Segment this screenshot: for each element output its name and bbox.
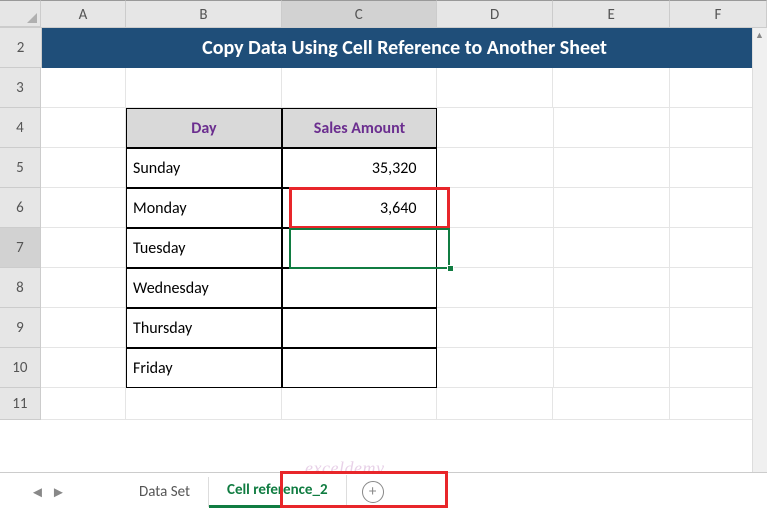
row-6: 6 Monday3,640	[0, 188, 767, 228]
sheet-tab-data-set[interactable]: Data Set	[121, 477, 209, 507]
row-8: 8 Wednesday	[0, 268, 767, 308]
row-header-5[interactable]: 5	[0, 148, 41, 188]
col-header-E[interactable]: E	[553, 0, 670, 27]
cell-day-4[interactable]: Thursday	[126, 308, 281, 348]
row-5: 5 Sunday35,320	[0, 148, 767, 188]
fill-handle[interactable]	[447, 265, 454, 272]
header-amount[interactable]: Sales Amount	[282, 108, 438, 148]
cell-day-3[interactable]: Wednesday	[126, 268, 281, 308]
col-header-A[interactable]: A	[41, 0, 126, 27]
cell-day-0[interactable]: Sunday	[126, 148, 281, 188]
row-10: 10 Friday	[0, 348, 767, 388]
col-header-F[interactable]: F	[670, 0, 767, 27]
row-header-8[interactable]: 8	[0, 268, 41, 308]
tab-nav: ◄ ►	[0, 484, 66, 499]
page-title: Copy Data Using Cell Reference to Anothe…	[42, 28, 767, 68]
cell-amount-4[interactable]	[282, 308, 438, 348]
row-header-10[interactable]: 10	[0, 348, 41, 388]
row-2: 2 Copy Data Using Cell Reference to Anot…	[0, 28, 767, 68]
cell-day-2[interactable]: Tuesday	[126, 228, 281, 268]
vertical-scrollbar[interactable]	[752, 28, 767, 472]
row-9: 9 Thursday	[0, 308, 767, 348]
column-headers: A B C D E F	[0, 0, 767, 28]
col-header-D[interactable]: D	[437, 0, 554, 27]
header-day[interactable]: Day	[126, 108, 282, 148]
col-header-B[interactable]: B	[126, 0, 281, 27]
row-4: 4 DaySales Amount	[0, 108, 767, 148]
spreadsheet-grid: A B C D E F 2 Copy Data Using Cell Refer…	[0, 0, 767, 420]
row-11: 11	[0, 388, 767, 420]
sheet-tabs-bar: ◄ ► Data Set Cell reference_2 +	[0, 472, 767, 510]
tab-next-icon[interactable]: ►	[51, 484, 66, 499]
cell-amount-3[interactable]	[282, 268, 438, 308]
row-header-9[interactable]: 9	[0, 308, 41, 348]
row-header-6[interactable]: 6	[0, 188, 41, 228]
col-header-C[interactable]: C	[282, 0, 437, 27]
sheet-tab-cell-reference-2[interactable]: Cell reference_2	[209, 475, 347, 508]
tab-prev-icon[interactable]: ◄	[30, 484, 45, 499]
row-header-11[interactable]: 11	[0, 388, 41, 420]
row-header-4[interactable]: 4	[0, 108, 41, 148]
cell-amount-2[interactable]	[282, 228, 438, 268]
row-header-3[interactable]: 3	[0, 68, 41, 108]
select-all-corner[interactable]	[0, 0, 41, 27]
add-sheet-button[interactable]: +	[362, 481, 384, 503]
cell-amount-5[interactable]	[282, 348, 438, 388]
cell-amount-1[interactable]: 3,640	[282, 188, 438, 228]
row-3: 3	[0, 68, 767, 108]
row-header-2[interactable]: 2	[0, 28, 42, 68]
cell-day-1[interactable]: Monday	[126, 188, 281, 228]
row-header-7[interactable]: 7	[0, 228, 41, 268]
row-7: 7 Tuesday	[0, 228, 767, 268]
cell-amount-0[interactable]: 35,320	[282, 148, 438, 188]
cell-day-5[interactable]: Friday	[126, 348, 281, 388]
